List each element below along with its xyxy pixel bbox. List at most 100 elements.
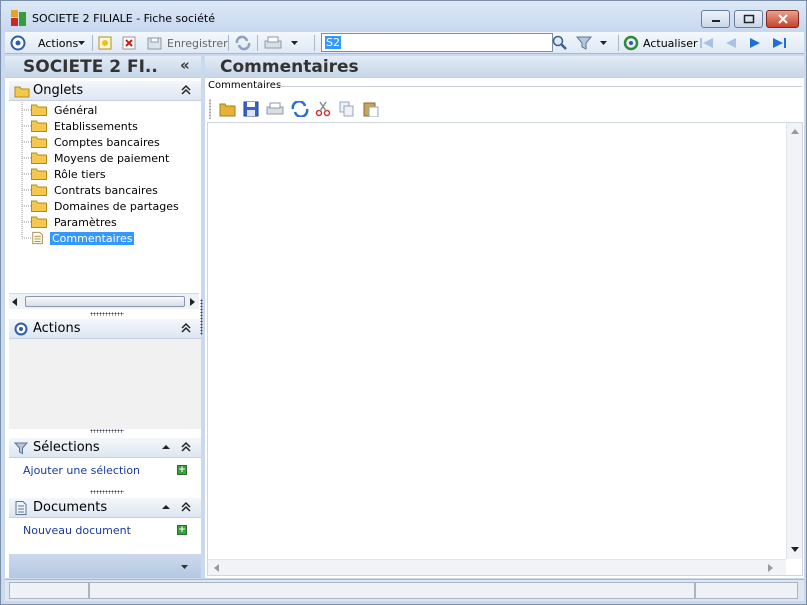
document-icon (15, 501, 27, 515)
last-icon (773, 38, 786, 48)
tab-commentaires[interactable]: Commentaires (31, 230, 135, 246)
splitter-grip[interactable] (90, 429, 124, 433)
actions-icon (14, 322, 28, 336)
refresh-button[interactable] (234, 34, 252, 52)
folder-icon (31, 136, 47, 148)
collapse-icon[interactable] (181, 441, 191, 453)
search-icon (552, 35, 567, 50)
save-button[interactable]: Enregistrer (147, 34, 228, 52)
tab-parametres[interactable]: Paramètres (31, 214, 119, 230)
horizontal-scrollbar[interactable] (208, 559, 786, 575)
scroll-right-icon[interactable] (768, 564, 774, 572)
scroll-thumb[interactable] (25, 296, 185, 307)
delete-button[interactable] (122, 34, 136, 52)
scroll-down-icon[interactable] (791, 547, 799, 553)
actions-icon-button[interactable] (10, 34, 26, 52)
document-icon (32, 231, 43, 245)
tab-role-tiers[interactable]: Rôle tiers (31, 166, 108, 182)
first-icon (700, 38, 713, 48)
maximize-button[interactable] (734, 10, 763, 28)
comment-text-area[interactable] (207, 122, 803, 576)
new-button[interactable] (98, 34, 112, 52)
tree-scrollbar[interactable] (9, 293, 199, 309)
actualiser-button[interactable]: Actualiser (623, 34, 698, 52)
next-record-button[interactable] (748, 34, 762, 52)
documents-label: Documents (33, 500, 108, 515)
actions-section-header[interactable]: Actions (9, 319, 201, 339)
tab-domaines-de-partages[interactable]: Domaines de partages (31, 198, 181, 214)
scroll-up-icon[interactable] (791, 129, 799, 135)
tab-contrats-bancaires[interactable]: Contrats bancaires (31, 182, 160, 198)
tab-label: Etablissements (54, 119, 138, 133)
previous-record-button[interactable] (724, 34, 738, 52)
tab-label: Commentaires (50, 231, 135, 245)
minimize-button[interactable] (701, 10, 730, 28)
folder-icon (31, 104, 47, 116)
refresh-icon[interactable] (291, 101, 309, 117)
tab-label: Rôle tiers (54, 167, 106, 181)
documents-header[interactable]: Documents (9, 498, 201, 518)
new-document-icon[interactable]: + (177, 525, 187, 535)
copy-icon[interactable] (339, 101, 355, 117)
collapse-icon[interactable] (181, 84, 191, 96)
search-button[interactable] (552, 34, 568, 52)
add-selection-icon[interactable]: + (177, 465, 187, 475)
chevron-down-icon (291, 41, 298, 45)
chevron-up-icon[interactable] (161, 503, 171, 511)
actualiser-icon (623, 35, 639, 51)
vertical-scrollbar[interactable] (786, 123, 802, 559)
cut-icon[interactable] (315, 101, 331, 117)
tab-etablissements[interactable]: Etablissements (31, 118, 140, 134)
scroll-left-icon[interactable] (214, 564, 220, 572)
tab-moyens-de-paiement[interactable]: Moyens de paiement (31, 150, 171, 166)
splitter-grip[interactable] (90, 490, 124, 494)
add-selection-link[interactable]: Ajouter une sélection (23, 464, 140, 477)
collapse-pane-button[interactable]: « (180, 56, 190, 74)
tab-label: Général (54, 103, 98, 117)
tab-label: Contrats bancaires (54, 183, 158, 197)
search-input[interactable]: S2 (321, 33, 553, 52)
selections-label: Sélections (33, 440, 100, 455)
selections-header[interactable]: Sélections (9, 438, 201, 458)
tab-label: Comptes bancaires (54, 135, 160, 149)
first-record-button[interactable] (699, 34, 715, 52)
folder-icon (14, 86, 30, 98)
splitter-grip[interactable] (90, 312, 124, 316)
scroll-left-icon[interactable] (12, 298, 18, 306)
new-document-link[interactable]: Nouveau document (23, 524, 131, 537)
tab-comptes-bancaires[interactable]: Comptes bancaires (31, 134, 162, 150)
actions-menu[interactable]: Actions (38, 34, 86, 52)
print-icon[interactable] (266, 101, 284, 117)
app-icon (11, 10, 26, 26)
collapse-icon[interactable] (181, 322, 191, 334)
search-value: S2 (325, 36, 341, 49)
close-button[interactable] (766, 10, 799, 28)
last-record-button[interactable] (771, 34, 787, 52)
entity-header: SOCIETE 2 FI.. « (5, 56, 201, 78)
left-pane: SOCIETE 2 FI.. « Onglets Général Etablis… (5, 56, 201, 578)
status-cell (9, 582, 89, 599)
scroll-right-icon[interactable] (190, 298, 196, 306)
chevron-down-icon (600, 41, 607, 45)
actions-section-label: Actions (33, 321, 81, 336)
refresh-icon (235, 35, 251, 51)
status-bar (5, 579, 804, 601)
print-button[interactable] (263, 34, 299, 52)
folder-icon (31, 168, 47, 180)
tab-general[interactable]: Général (31, 102, 99, 118)
filter-icon (576, 36, 592, 50)
save-icon[interactable] (243, 101, 259, 117)
tab-label: Moyens de paiement (54, 151, 170, 165)
chevron-down-icon[interactable] (181, 564, 189, 570)
filter-button[interactable] (576, 34, 608, 52)
chevron-up-icon[interactable] (161, 443, 171, 451)
pane-footer (9, 554, 201, 578)
paste-icon[interactable] (363, 101, 379, 117)
open-icon[interactable] (219, 101, 237, 117)
vertical-splitter[interactable] (200, 299, 203, 335)
maximize-icon (743, 14, 754, 24)
collapse-icon[interactable] (181, 501, 191, 513)
actions-icon (10, 35, 26, 51)
application-window: SOCIETE 2 FILIALE - Fiche société Action… (0, 0, 807, 605)
onglets-header[interactable]: Onglets (9, 81, 201, 101)
